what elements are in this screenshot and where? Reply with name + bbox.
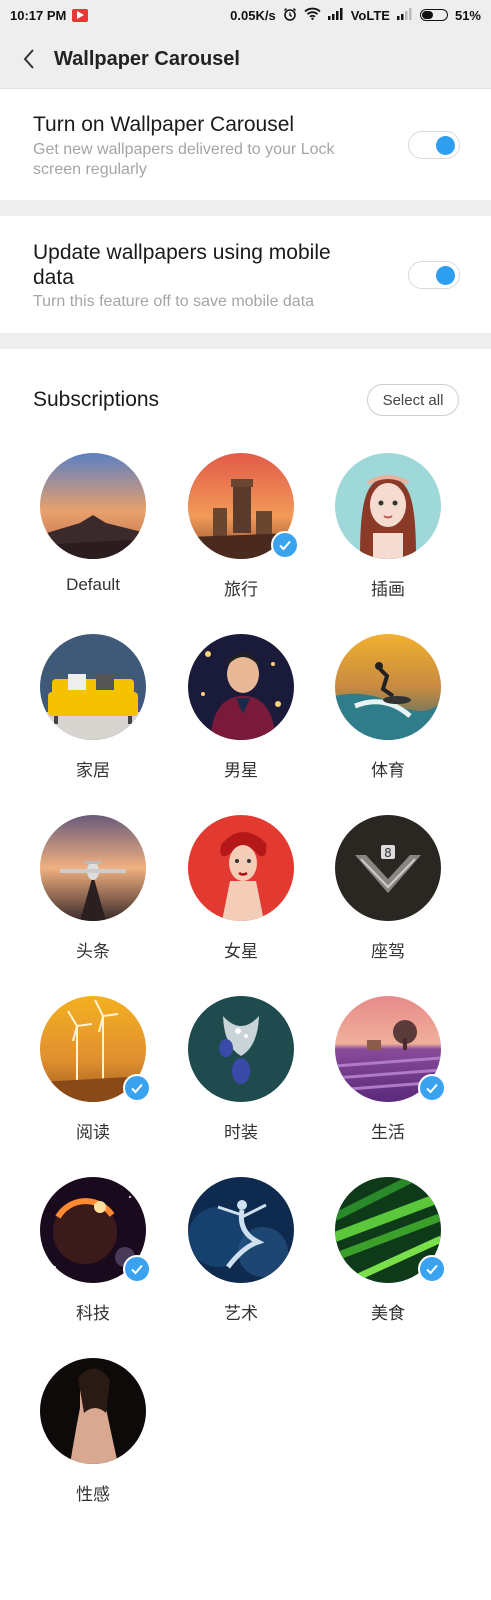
alarm-icon <box>283 7 297 24</box>
toggle-knob <box>436 266 455 285</box>
subscription-label: 体育 <box>371 761 405 780</box>
subscription-thumbnail <box>40 634 146 740</box>
subscription-label: 阅读 <box>76 1123 110 1142</box>
subscription-label: 美食 <box>371 1304 405 1323</box>
checkmark-icon <box>123 1074 151 1102</box>
status-time: 10:17 PM <box>10 7 67 23</box>
subscription-item[interactable]: 插画 <box>313 453 463 613</box>
subscription-item[interactable]: 阅读 <box>18 996 168 1156</box>
subscription-label: 艺术 <box>224 1304 258 1323</box>
subscription-item[interactable]: 男星 <box>166 634 316 794</box>
subscription-item[interactable]: 生活 <box>313 996 463 1156</box>
subscription-thumbnail <box>188 634 294 740</box>
subscription-label: 女星 <box>224 942 258 961</box>
subscription-item[interactable]: 科技 <box>18 1177 168 1337</box>
subscription-thumbnail <box>335 634 441 740</box>
subscription-item[interactable]: 家居 <box>18 634 168 794</box>
signal-weak-icon <box>396 7 413 23</box>
subscription-item[interactable]: 8 座驾 <box>313 815 463 975</box>
subscription-label: 生活 <box>371 1123 405 1142</box>
setting-carousel[interactable]: Turn on Wallpaper Carousel Get new wallp… <box>0 89 491 200</box>
carousel-toggle[interactable] <box>408 131 460 159</box>
subscription-item[interactable]: 性感 <box>18 1358 168 1518</box>
subscription-item[interactable]: 艺术 <box>166 1177 316 1337</box>
app-header: Wallpaper Carousel <box>0 30 491 89</box>
network-type: VoLTE <box>350 7 390 23</box>
subscription-thumbnail <box>188 996 294 1102</box>
setting-carousel-title: Turn on Wallpaper Carousel <box>33 113 295 136</box>
setting-mobile-data-title: Update wallpapers using mobile data <box>33 241 331 289</box>
battery-level <box>421 11 434 19</box>
checkmark-icon <box>123 1255 151 1283</box>
subscription-item[interactable]: 时装 <box>166 996 316 1156</box>
back-button[interactable] <box>12 42 46 76</box>
subscription-label: 科技 <box>76 1304 110 1323</box>
select-all-button[interactable]: Select all <box>367 384 459 416</box>
checkmark-icon <box>418 1074 446 1102</box>
mobile-data-toggle[interactable] <box>408 261 460 289</box>
subscription-label: 旅行 <box>224 580 258 599</box>
wifi-icon <box>304 7 321 23</box>
battery-icon <box>419 9 448 21</box>
subscription-item[interactable]: 头条 <box>18 815 168 975</box>
subscription-thumbnail <box>188 815 294 921</box>
youtube-icon <box>72 8 89 22</box>
signal-icon <box>327 7 344 23</box>
subscription-item[interactable]: 女星 <box>166 815 316 975</box>
setting-mobile-data-description: Turn this feature off to save mobile dat… <box>33 293 315 310</box>
checkmark-icon <box>271 531 299 559</box>
setting-carousel-description: Get new wallpapers delivered to your Loc… <box>33 141 335 178</box>
subscription-thumbnail <box>40 453 146 559</box>
subscription-thumbnail: 8 <box>335 815 441 921</box>
subscription-thumbnail <box>335 453 441 559</box>
subscriptions-title: Subscriptions <box>33 388 160 411</box>
checkmark-icon <box>418 1255 446 1283</box>
subscription-thumbnail <box>40 815 146 921</box>
svg-text:8: 8 <box>384 846 392 860</box>
setting-mobile-data[interactable]: Update wallpapers using mobile data Turn… <box>0 216 491 333</box>
chevron-left-icon <box>23 49 34 69</box>
section-divider <box>0 200 491 216</box>
subscription-label: 性感 <box>76 1485 110 1504</box>
subscription-thumbnail <box>40 1358 146 1464</box>
toggle-knob <box>436 136 455 155</box>
section-divider <box>0 333 491 349</box>
status-bar: 10:17 PM 0.05K/s VoLTE 51% <box>0 0 491 30</box>
subscription-thumbnail <box>188 1177 294 1283</box>
subscription-label: Default <box>66 575 120 594</box>
subscription-item[interactable]: 旅行 <box>166 453 316 613</box>
subscription-label: 插画 <box>371 580 405 599</box>
battery-percent: 51% <box>454 7 481 23</box>
page-title: Wallpaper Carousel <box>54 47 240 70</box>
subscription-label: 时装 <box>224 1123 258 1142</box>
subscription-item[interactable]: 体育 <box>313 634 463 794</box>
subscription-item[interactable]: Default <box>18 453 168 613</box>
subscription-item[interactable]: 美食 <box>313 1177 463 1337</box>
subscription-label: 座驾 <box>371 942 405 961</box>
subscription-label: 头条 <box>76 942 110 961</box>
subscription-label: 家居 <box>76 761 110 780</box>
network-speed: 0.05K/s <box>230 7 276 23</box>
subscription-label: 男星 <box>224 761 258 780</box>
